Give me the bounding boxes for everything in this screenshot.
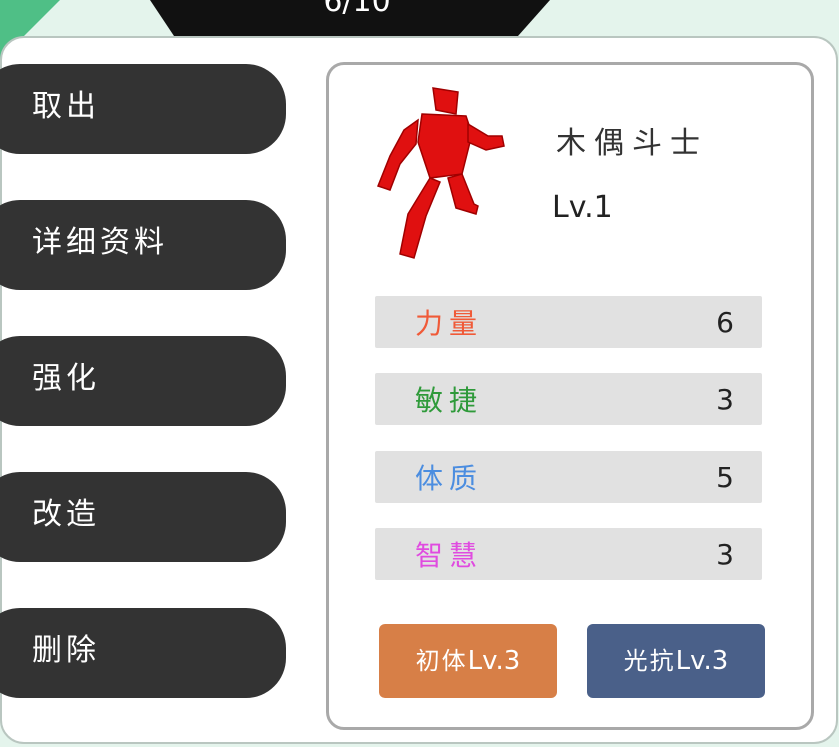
unit-name: 木偶斗士 (556, 126, 708, 161)
stat-value: 3 (716, 538, 734, 571)
header-bar: 6/10 (150, 0, 550, 36)
header-title: 6/10 (309, 0, 390, 19)
stat-row-wisdom: 智慧 3 (375, 528, 762, 580)
details-button[interactable]: 详细资料 (0, 200, 286, 290)
stat-label: 敏捷 (415, 384, 484, 417)
skill-name: 光抗 (623, 647, 676, 675)
stat-row-strength: 力量 6 (375, 296, 762, 348)
stat-label: 智慧 (415, 539, 484, 572)
stat-label: 体质 (415, 462, 484, 495)
take-out-button[interactable]: 取出 (0, 64, 286, 154)
skill-name: 初体 (415, 647, 468, 675)
stat-label: 力量 (415, 307, 484, 340)
enhance-button[interactable]: 强化 (0, 336, 286, 426)
modify-button[interactable]: 改造 (0, 472, 286, 562)
puppet-fighter-avatar (377, 87, 505, 259)
stat-value: 3 (716, 383, 734, 416)
stat-row-agility: 敏捷 3 (375, 373, 762, 425)
inventory-count: 6/10 (323, 0, 391, 19)
skill-level: Lv.3 (467, 646, 521, 676)
skill-button-initial-body[interactable]: 初体Lv.3 (379, 624, 557, 698)
unit-level: Lv.1 (552, 190, 613, 225)
stat-value: 6 (716, 306, 734, 339)
stat-row-constitution: 体质 5 (375, 451, 762, 503)
skill-button-light-resist[interactable]: 光抗Lv.3 (587, 624, 765, 698)
skill-level: Lv.3 (675, 646, 729, 676)
delete-button[interactable]: 删除 (0, 608, 286, 698)
stat-value: 5 (716, 461, 734, 494)
